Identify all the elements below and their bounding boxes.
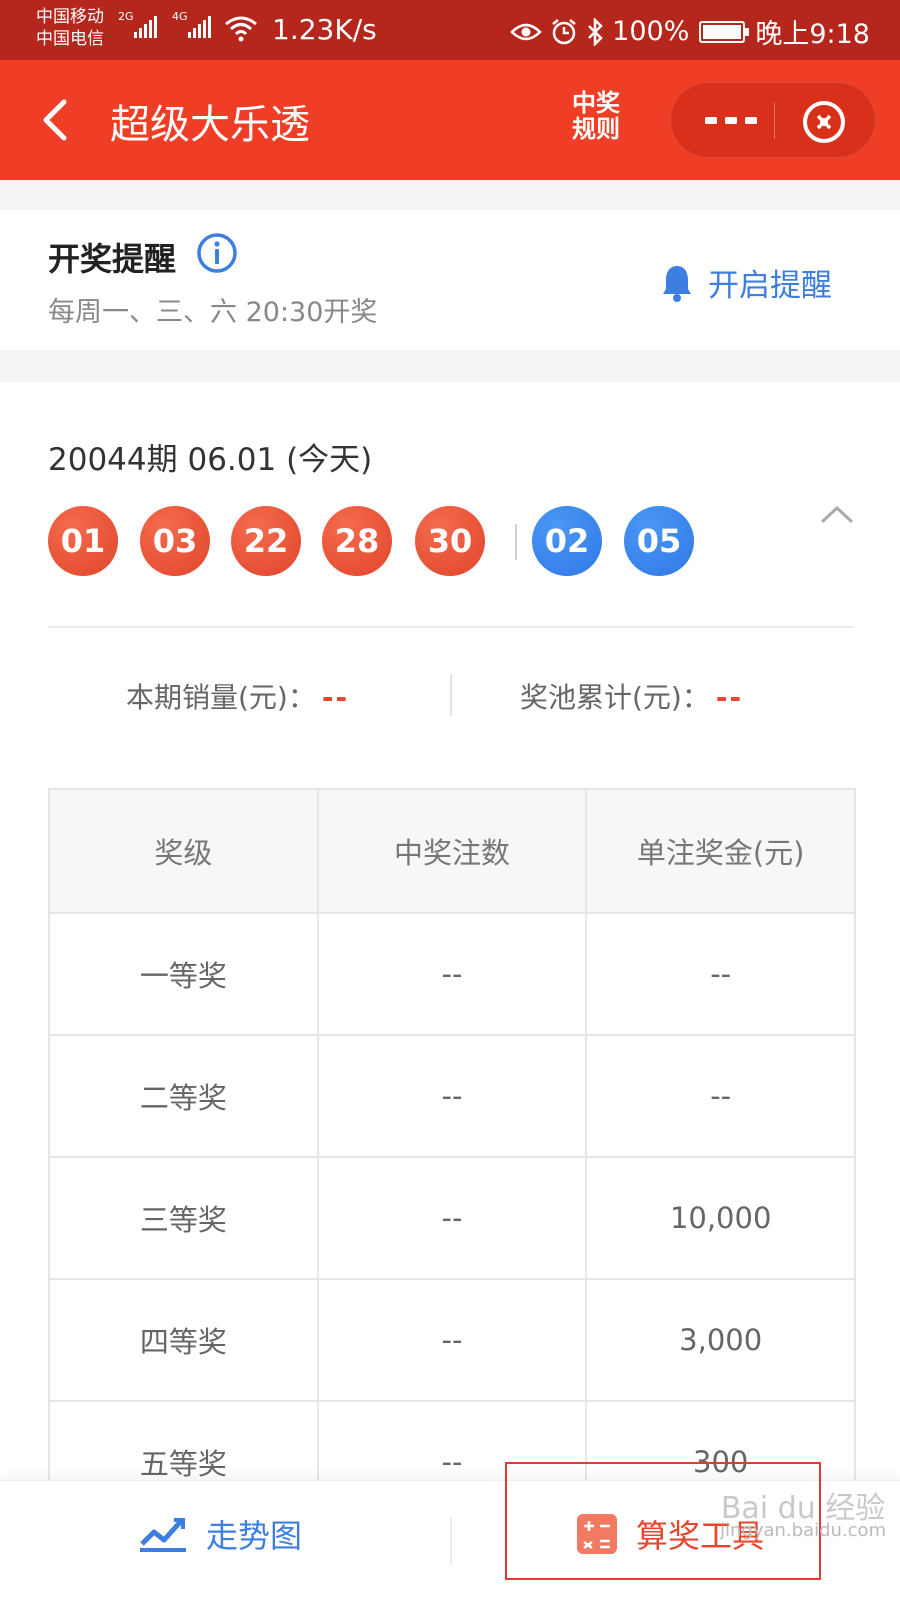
table-header-row: 奖级 中奖注数 单注奖金(元) [50, 790, 855, 912]
prize-level: 二等奖 [139, 1081, 227, 1115]
rules-link-line2: 规则 [572, 115, 620, 143]
alarm-icon [552, 18, 576, 44]
battery-icon [699, 20, 750, 43]
pool-value: -- [715, 681, 744, 714]
more-dots-icon[interactable] [699, 99, 763, 143]
watermark: Bai du 经验 jingyan.baidu.com [720, 1491, 887, 1542]
bell-icon [663, 265, 691, 302]
column-header: 奖级 [50, 790, 317, 912]
winner-count: -- [316, 1036, 586, 1156]
draw-schedule: 每周一、三、六 20:30开奖 [48, 297, 378, 328]
trend-chart-button[interactable]: 走势图 [138, 1511, 302, 1557]
table-row: 三等奖 -- 10,000 [50, 1156, 854, 1278]
ball-divider [515, 524, 517, 560]
close-mini-program-icon[interactable] [799, 97, 849, 147]
prize-level: 一等奖 [139, 959, 227, 993]
calculator-icon [577, 1514, 617, 1554]
column-header: 中奖注数 [316, 790, 586, 912]
wifi-icon [225, 16, 257, 42]
blue-ball: 05 [624, 506, 694, 576]
mini-program-capsule [670, 82, 876, 158]
pool-stat: 奖池累计(元)： -- [520, 676, 743, 716]
red-ball: 22 [231, 506, 301, 576]
prize-amount: -- [585, 914, 854, 1034]
winner-count: -- [316, 1158, 586, 1278]
winner-count: -- [316, 1280, 586, 1400]
prize-table: 奖级 中奖注数 单注奖金(元) 一等奖 -- -- 二等奖 -- -- 三等奖 … [48, 788, 856, 1524]
table-row: 二等奖 -- -- [50, 1034, 854, 1156]
capsule-divider [774, 103, 775, 139]
prize-level: 四等奖 [139, 1325, 227, 1359]
table-row: 一等奖 -- -- [50, 912, 854, 1034]
sales-value: -- [321, 681, 350, 714]
app-header: 超级大乐透 中奖 规则 [0, 60, 900, 180]
rules-link-line1: 中奖 [572, 89, 620, 117]
network-type-2: 4G [172, 10, 188, 23]
winning-numbers: 01 03 22 28 30 02 05 [48, 506, 748, 576]
signal-bars-2-icon [188, 16, 211, 38]
reminder-title: 开奖提醒 [48, 240, 177, 278]
carrier-1: 中国移动 [36, 7, 104, 27]
bluetooth-icon [588, 17, 603, 46]
sales-stats: 本期销量(元)： -- 奖池累计(元)： -- [0, 658, 900, 728]
back-arrow-icon[interactable] [36, 96, 76, 144]
network-type-1: 2G [118, 10, 134, 23]
carrier-info: 中国移动 中国电信 [36, 6, 104, 50]
divider [48, 626, 854, 628]
pool-label: 奖池累计(元)： [520, 681, 710, 714]
trend-chart-icon [140, 1518, 186, 1552]
prize-amount: 10,000 [585, 1158, 854, 1278]
enable-reminder-button[interactable]: 开启提醒 [660, 260, 832, 305]
toolbar-divider [450, 1517, 452, 1565]
chevron-up-icon[interactable] [820, 504, 854, 524]
signal-bars-1-icon [134, 16, 157, 38]
red-ball: 28 [322, 506, 392, 576]
draw-reminder-card: 开奖提醒 每周一、三、六 20:30开奖 开启提醒 [0, 210, 900, 350]
status-bar: 中国移动 中国电信 2G 4G 1.23K/s 100% 晚上9:18 [0, 0, 900, 60]
info-icon[interactable] [196, 232, 238, 274]
draw-results-card: 20044期 06.01 (今天) 01 03 22 28 30 02 05 本… [0, 382, 900, 1600]
sales-label: 本期销量(元)： [126, 681, 316, 714]
red-ball: 03 [140, 506, 210, 576]
table-row: 四等奖 -- 3,000 [50, 1278, 854, 1400]
blue-ball: 02 [532, 506, 602, 576]
issue-info: 20044期 06.01 (今天) [48, 442, 373, 478]
carrier-2: 中国电信 [36, 29, 104, 49]
sales-stat: 本期销量(元)： -- [126, 676, 349, 716]
prize-amount: 3,000 [585, 1280, 854, 1400]
eye-icon [510, 23, 542, 40]
rules-link[interactable]: 中奖 规则 [560, 90, 632, 142]
red-ball: 01 [48, 506, 118, 576]
prize-amount: -- [585, 1036, 854, 1156]
status-right: 100% 晚上9:18 [510, 12, 870, 51]
red-ball: 30 [415, 506, 485, 576]
column-header: 单注奖金(元) [585, 790, 855, 912]
watermark-line1: Bai du 经验 [720, 1491, 886, 1526]
enable-reminder-label: 开启提醒 [708, 268, 832, 304]
winner-count: -- [316, 914, 586, 1034]
watermark-line2: jingyan.baidu.com [720, 1520, 887, 1541]
page-title: 超级大乐透 [110, 102, 310, 148]
stats-divider [450, 674, 452, 716]
clock: 晚上9:18 [755, 19, 870, 50]
network-speed: 1.23K/s [272, 13, 377, 46]
prize-level: 三等奖 [139, 1203, 227, 1237]
battery-percent: 100% [612, 16, 690, 47]
trend-chart-label: 走势图 [206, 1517, 303, 1555]
